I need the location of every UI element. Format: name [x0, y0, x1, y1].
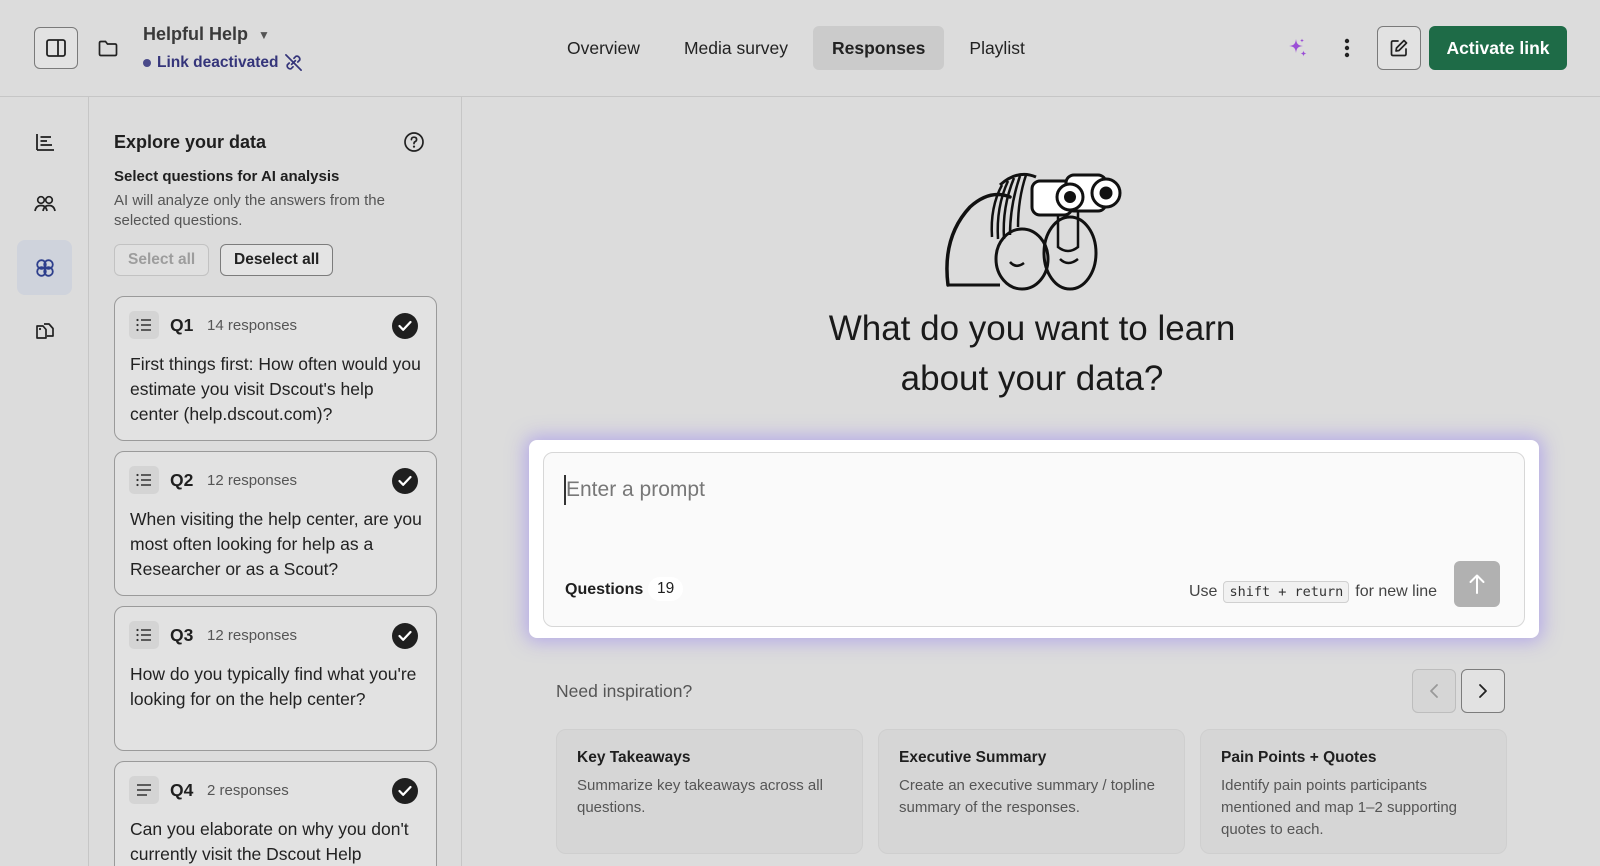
question-id: Q4 — [170, 780, 194, 800]
check-icon[interactable] — [392, 468, 418, 494]
deselect-all-button[interactable]: Deselect all — [220, 244, 334, 276]
folder-button[interactable] — [92, 32, 124, 64]
hint-prefix: Use — [1189, 583, 1218, 600]
questions-count-badge[interactable]: 19 — [648, 577, 684, 601]
list-icon — [129, 466, 159, 494]
suggestion-body: Identify pain points participants mentio… — [1221, 777, 1458, 838]
bar-chart-icon — [35, 133, 54, 151]
edit-icon — [1390, 39, 1408, 57]
chevron-left-icon — [1430, 684, 1438, 698]
unlink-icon[interactable] — [284, 53, 303, 72]
binoculars-illustration — [945, 172, 1122, 291]
suggestion-title: Executive Summary — [899, 749, 1047, 766]
main-content: What do you want to learn about your dat… — [462, 97, 1600, 866]
explore-panel: Explore your data Select questions for A… — [89, 97, 462, 866]
main-tabs: Overview Media survey Responses Playlist — [548, 26, 1044, 70]
question-card[interactable]: Q4 2 responses Can you elaborate on why … — [114, 761, 437, 866]
check-icon[interactable] — [392, 623, 418, 649]
suggestion-card-key-takeaways[interactable]: Key Takeaways Summarize key takeaways ac… — [556, 729, 863, 854]
status-dot-icon — [143, 58, 151, 67]
question-card[interactable]: Q1 14 responses First things first: How … — [114, 296, 437, 441]
chevron-right-icon — [1479, 684, 1487, 698]
question-id: Q3 — [170, 625, 194, 645]
suggestion-card-pain-points[interactable]: Pain Points + Quotes Identify pain point… — [1200, 729, 1507, 854]
sidebar-item-ai-analysis[interactable] — [17, 240, 72, 295]
sidebar-item-tags[interactable] — [17, 303, 72, 358]
folder-icon — [98, 40, 118, 56]
prompt-container: Questions 19 Use shift + return for new … — [543, 452, 1525, 627]
suggestion-body: Create an executive summary / topline su… — [899, 777, 1155, 816]
edit-button[interactable] — [1377, 26, 1421, 70]
explore-title: Explore your data — [114, 132, 267, 152]
suggestion-card-executive-summary[interactable]: Executive Summary Create an executive su… — [878, 729, 1185, 854]
left-rail — [0, 97, 89, 866]
link-status-label: Link deactivated — [157, 53, 279, 71]
questions-label: Questions — [565, 581, 644, 598]
check-icon[interactable] — [392, 778, 418, 804]
question-id: Q1 — [170, 315, 194, 335]
select-questions-description: AI will analyze only the answers from th… — [114, 192, 385, 229]
question-response-count: 12 responses — [207, 627, 298, 644]
list-icon — [129, 621, 159, 649]
project-title-dropdown[interactable]: Helpful Help ▼ — [143, 24, 270, 45]
tab-overview[interactable]: Overview — [548, 26, 659, 70]
select-all-button[interactable]: Select all — [114, 244, 210, 276]
question-text: When visiting the help center, are you m… — [130, 509, 422, 579]
newline-hint: Use shift + return for new line — [1189, 581, 1437, 603]
project-title: Helpful Help — [143, 24, 249, 44]
sparkle-icon — [1289, 38, 1307, 57]
question-text: How do you typically find what you're lo… — [130, 664, 417, 709]
inspiration-label: Need inspiration? — [556, 681, 693, 701]
caret-down-icon: ▼ — [258, 27, 270, 42]
question-card[interactable]: Q2 12 responses When visiting the help c… — [114, 451, 437, 596]
send-prompt-button[interactable] — [1454, 561, 1500, 607]
question-id: Q2 — [170, 470, 194, 490]
sidebar-item-participants[interactable] — [17, 176, 72, 231]
help-icon[interactable] — [403, 131, 425, 153]
tab-responses[interactable]: Responses — [813, 26, 945, 70]
suggestion-body: Summarize key takeaways across all quest… — [577, 777, 823, 816]
question-response-count: 14 responses — [207, 317, 298, 334]
suggestion-title: Key Takeaways — [577, 749, 691, 766]
sidebar-toggle-button[interactable] — [34, 27, 78, 69]
suggestions-next-button[interactable] — [1461, 669, 1505, 713]
question-text: First things first: How often would you … — [130, 354, 421, 424]
page-headline: What do you want to learn about your dat… — [662, 304, 1402, 404]
headline-line-2: about your data? — [900, 359, 1164, 398]
top-bar: Helpful Help ▼ Link deactivated Overview… — [0, 0, 1600, 97]
prompt-box: Questions 19 Use shift + return for new … — [529, 440, 1539, 638]
question-response-count: 2 responses — [207, 782, 289, 799]
hint-shortcut: shift + return — [1223, 581, 1350, 603]
tab-media-survey[interactable]: Media survey — [665, 26, 807, 70]
sidebar-item-results[interactable] — [17, 114, 72, 169]
tab-playlist[interactable]: Playlist — [950, 26, 1043, 70]
check-icon[interactable] — [392, 313, 418, 339]
hint-suffix: for new line — [1355, 583, 1438, 600]
activate-link-button[interactable]: Activate link — [1429, 26, 1567, 70]
prompt-input[interactable] — [564, 475, 1504, 505]
suggestion-title: Pain Points + Quotes — [1221, 749, 1377, 766]
sidebar-panel-icon — [46, 39, 66, 57]
arrow-up-icon — [1469, 574, 1485, 594]
people-icon — [33, 195, 56, 211]
more-options-button[interactable] — [1332, 33, 1362, 63]
text-lines-icon — [129, 776, 159, 804]
ai-analysis-icon — [35, 258, 54, 277]
headline-line-1: What do you want to learn — [828, 309, 1236, 348]
tags-icon — [35, 322, 54, 339]
list-icon — [129, 311, 159, 339]
question-response-count: 12 responses — [207, 472, 298, 489]
ai-sparkle-button[interactable] — [1282, 33, 1312, 63]
select-questions-heading: Select questions for AI analysis — [114, 168, 340, 185]
question-card[interactable]: Q3 12 responses How do you typically fin… — [114, 606, 437, 751]
link-status: Link deactivated — [143, 53, 303, 72]
more-vertical-icon — [1344, 38, 1350, 58]
question-text: Can you elaborate on why you don't curre… — [130, 819, 409, 864]
suggestions-prev-button[interactable] — [1412, 669, 1456, 713]
